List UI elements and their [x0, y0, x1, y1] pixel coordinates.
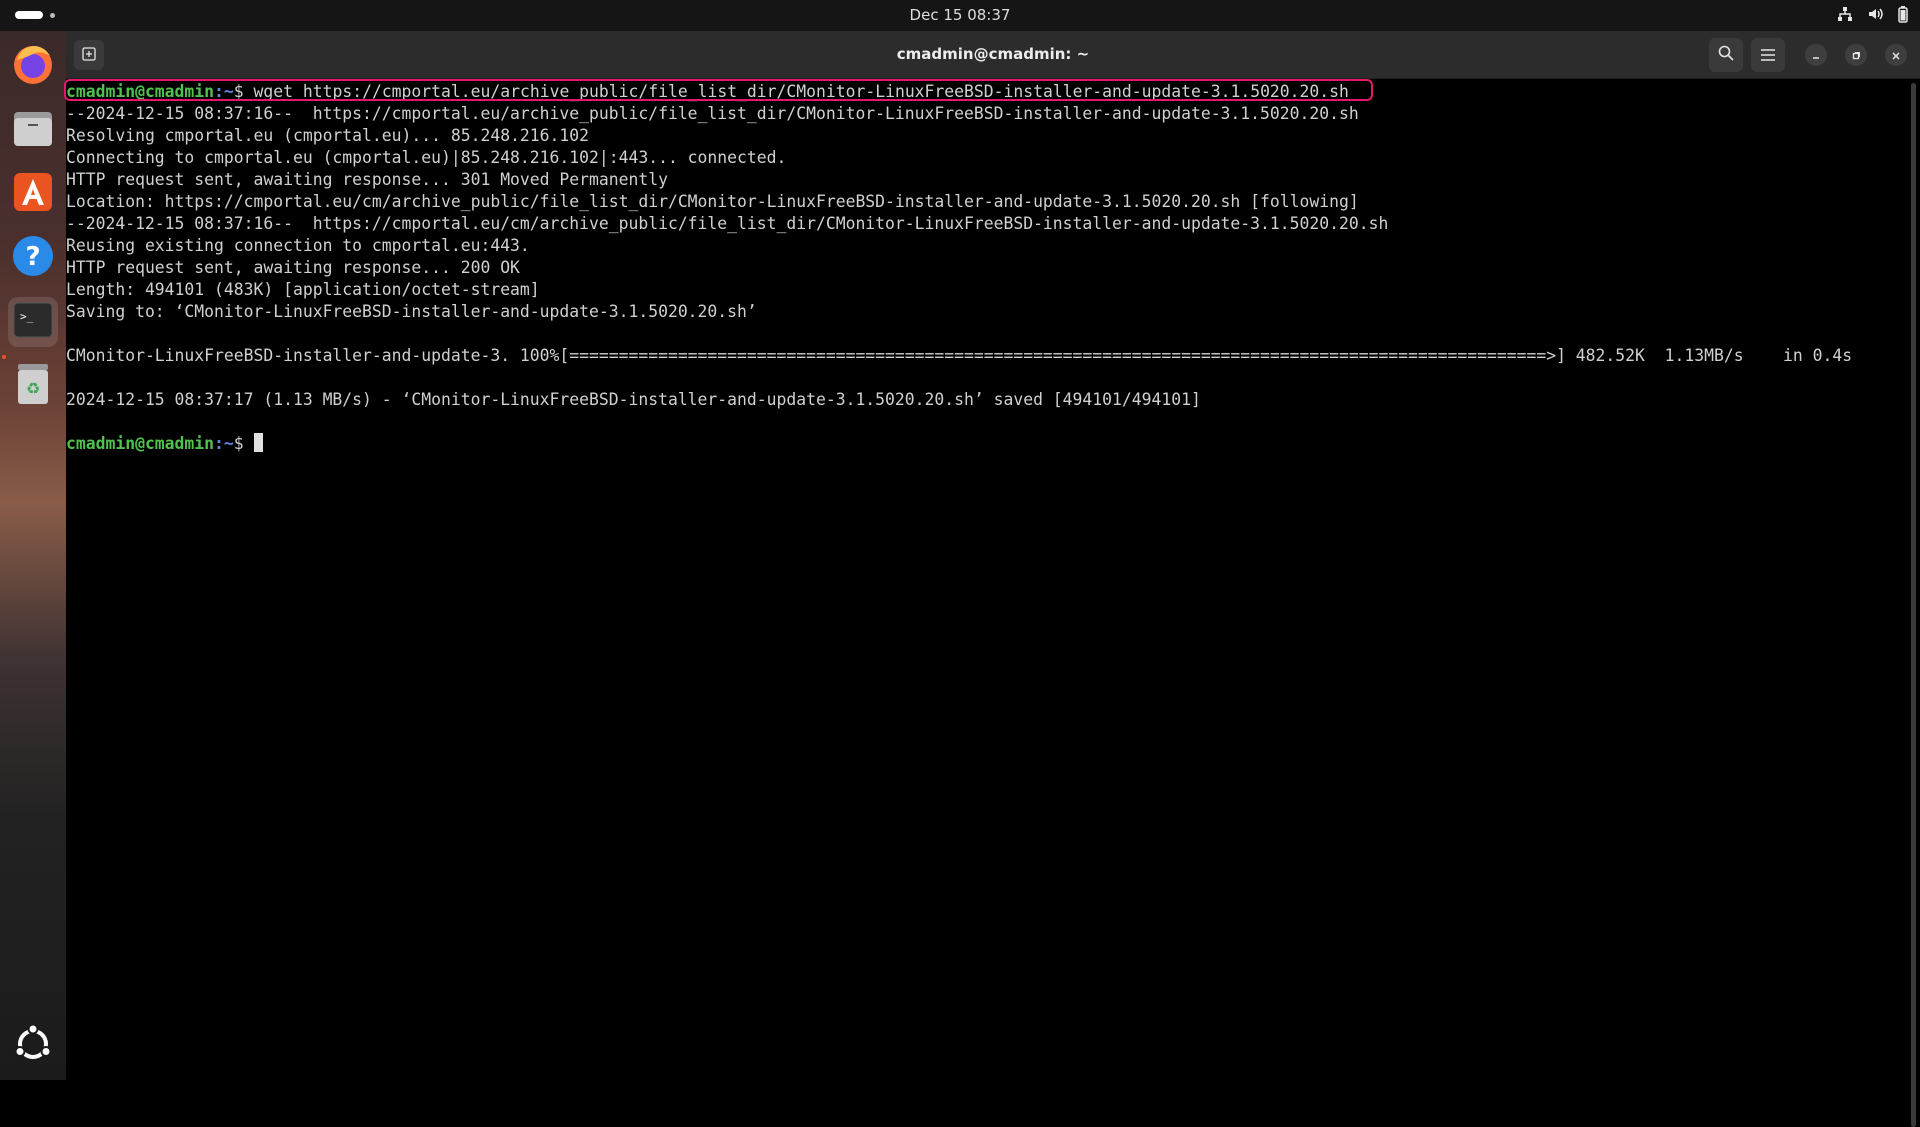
prompt-path: :~	[214, 434, 234, 453]
app-center-icon	[11, 170, 55, 218]
output-line: HTTP request sent, awaiting response... …	[66, 258, 520, 277]
prompt-symbol: $	[233, 434, 254, 453]
dock: ? >_ ♻	[0, 31, 66, 1080]
ubuntu-logo-icon	[13, 1023, 53, 1068]
close-icon	[1891, 46, 1901, 65]
restore-icon	[1851, 46, 1861, 65]
window-title: cmadmin@cmadmin: ~	[896, 45, 1090, 63]
output-line: --2024-12-15 08:37:16-- https://cmportal…	[66, 104, 1359, 123]
top-bar: Dec 15 08:37	[0, 0, 1920, 31]
search-icon	[1718, 45, 1734, 65]
dock-firefox[interactable]	[8, 41, 58, 91]
files-icon	[11, 106, 55, 154]
svg-text:?: ?	[25, 242, 40, 272]
scrollbar[interactable]	[1911, 83, 1916, 1127]
output-line: --2024-12-15 08:37:16-- https://cmportal…	[66, 214, 1389, 233]
dock-help[interactable]: ?	[8, 233, 58, 283]
output-line: Reusing existing connection to cmportal.…	[66, 236, 530, 255]
output-line: HTTP request sent, awaiting response... …	[66, 170, 668, 189]
hamburger-menu-icon	[1761, 46, 1775, 65]
dock-files[interactable]	[8, 105, 58, 155]
output-line: Saving to: ‘CMonitor-LinuxFreeBSD-instal…	[66, 302, 757, 321]
dock-terminal[interactable]: >_	[8, 297, 58, 347]
terminal-icon: >_	[13, 300, 53, 344]
dock-app-center[interactable]	[8, 169, 58, 219]
battery-icon[interactable]	[1898, 5, 1908, 27]
progress-line: CMonitor-LinuxFreeBSD-installer-and-upda…	[66, 346, 1853, 365]
minimize-icon	[1811, 46, 1821, 65]
show-apps-button[interactable]	[8, 1021, 58, 1071]
output-line: Connecting to cmportal.eu (cmportal.eu)|…	[66, 148, 787, 167]
menu-button[interactable]	[1751, 38, 1785, 72]
prompt-user: cmadmin@cmadmin	[66, 434, 215, 453]
trash-icon: ♻	[13, 362, 53, 410]
help-icon: ?	[11, 234, 55, 282]
restore-button[interactable]	[1845, 44, 1867, 66]
network-icon[interactable]	[1837, 6, 1853, 26]
volume-icon[interactable]	[1867, 6, 1884, 26]
current-prompt-line[interactable]: cmadmin@cmadmin:~$	[66, 433, 263, 455]
clock[interactable]: Dec 15 08:37	[0, 0, 1920, 31]
running-indicator	[2, 355, 6, 359]
output-line: Location: https://cmportal.eu/cm/archive…	[66, 192, 1359, 211]
saved-line: 2024-12-15 08:37:17 (1.13 MB/s) - ‘CMoni…	[66, 390, 1201, 409]
terminal-output[interactable]: cmadmin@cmadmin:~$ wget https://cmportal…	[66, 79, 1906, 1080]
dock-trash[interactable]: ♻	[8, 361, 58, 411]
title-bar[interactable]: cmadmin@cmadmin: ~	[66, 31, 1920, 79]
command-highlight-box	[64, 79, 1373, 101]
svg-text:♻: ♻	[26, 379, 40, 398]
output-line: Resolving cmportal.eu (cmportal.eu)... 8…	[66, 126, 590, 145]
terminal-window: cmadmin@cmadmin: ~ cmadmin@cmadmin:~$ wg…	[66, 31, 1920, 1127]
minimize-button[interactable]	[1805, 44, 1827, 66]
search-button[interactable]	[1709, 38, 1743, 72]
output-line: Length: 494101 (483K) [application/octet…	[66, 280, 540, 299]
close-button[interactable]	[1885, 44, 1907, 66]
svg-text:>_: >_	[20, 310, 34, 323]
system-tray[interactable]	[1837, 5, 1908, 27]
firefox-icon	[11, 42, 55, 90]
text-cursor	[253, 433, 263, 452]
